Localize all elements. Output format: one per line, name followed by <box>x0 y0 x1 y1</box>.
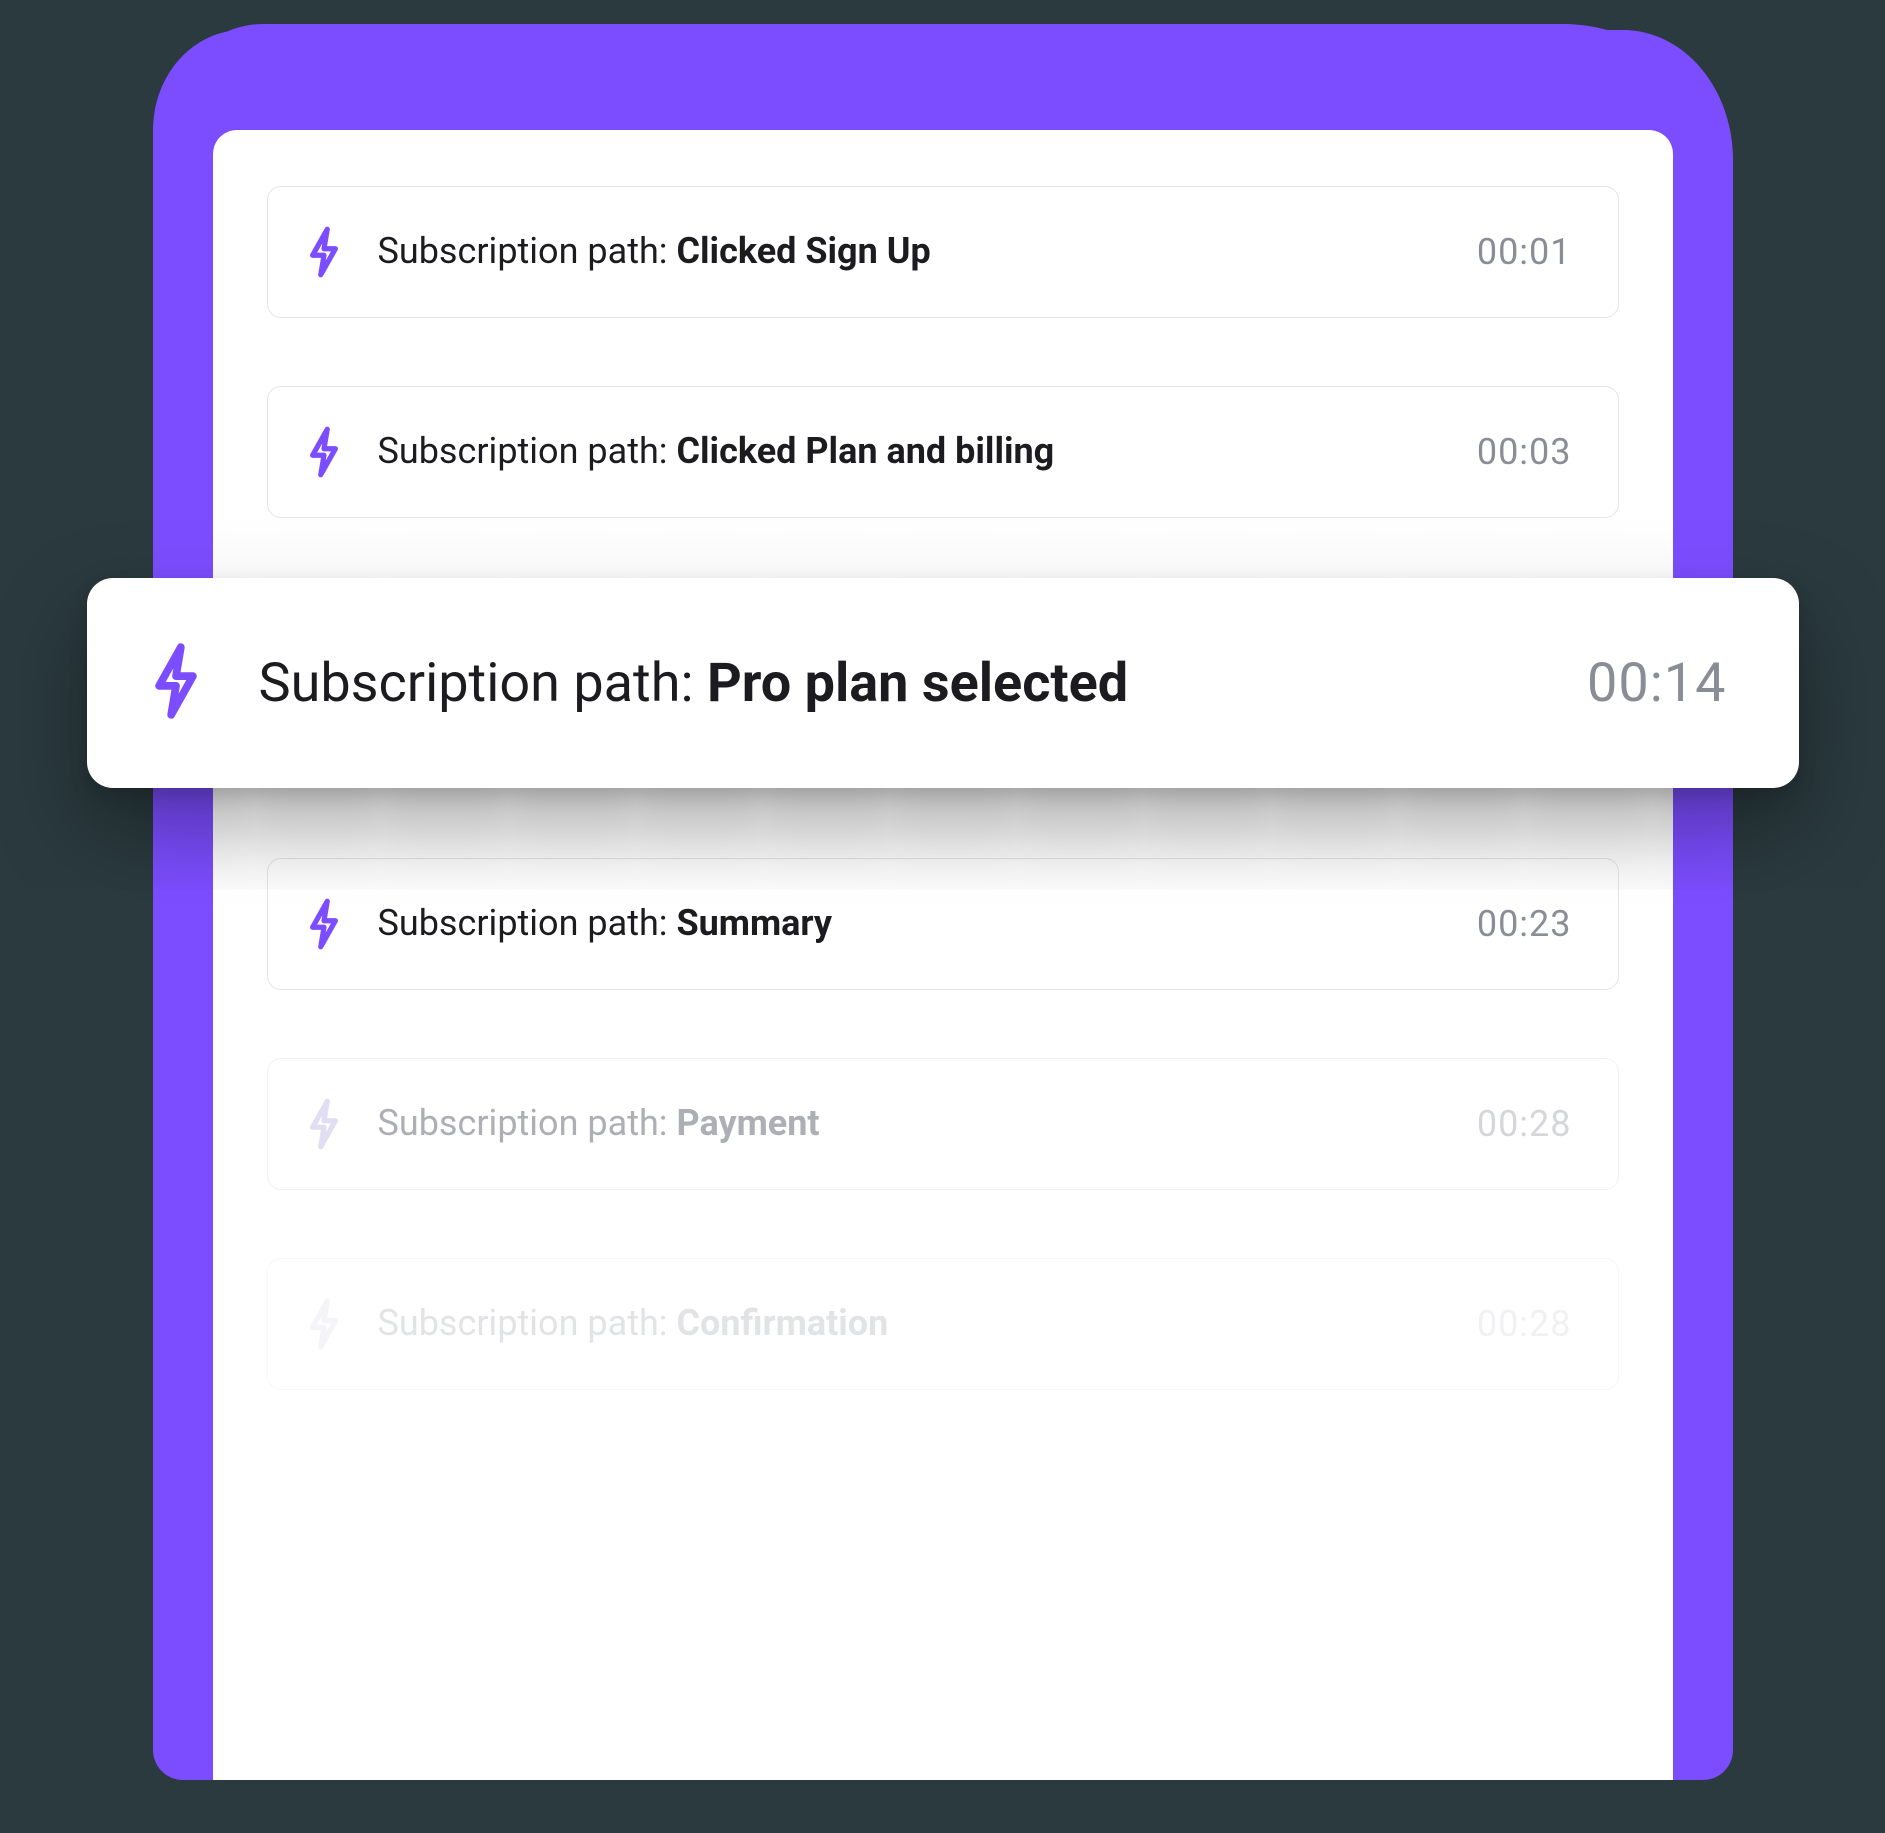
event-timestamp: 00:14 <box>1587 652 1726 715</box>
event-list: Subscription path: Clicked Sign Up 00:01… <box>267 186 1619 1390</box>
event-row-highlighted-slot: Subscription path: Pro plan selected 00:… <box>267 586 1619 790</box>
event-timestamp: 00:28 <box>1477 1303 1572 1345</box>
event-label: Subscription path: Payment <box>378 1102 1443 1145</box>
event-row[interactable]: Subscription path: Confirmation 00:28 <box>267 1258 1619 1390</box>
lightning-bolt-icon <box>304 1298 344 1350</box>
lightning-bolt-icon <box>304 426 344 478</box>
event-label: Subscription path: Pro plan selected <box>259 652 1534 715</box>
events-card: Subscription path: Clicked Sign Up 00:01… <box>213 130 1673 1780</box>
event-timestamp: 00:23 <box>1477 903 1572 945</box>
event-label: Subscription path: Confirmation <box>378 1302 1443 1345</box>
event-timestamp: 00:03 <box>1477 431 1572 473</box>
event-timestamp: 00:28 <box>1477 1103 1572 1145</box>
event-label: Subscription path: Summary <box>378 902 1443 945</box>
event-row[interactable]: Subscription path: Clicked Plan and bill… <box>267 386 1619 518</box>
event-row[interactable]: Subscription path: Clicked Sign Up 00:01 <box>267 186 1619 318</box>
event-row[interactable]: Subscription path: Payment 00:28 <box>267 1058 1619 1190</box>
lightning-bolt-icon <box>147 642 205 724</box>
event-label: Subscription path: Clicked Plan and bill… <box>378 430 1443 473</box>
lightning-bolt-icon <box>304 898 344 950</box>
event-row-highlighted[interactable]: Subscription path: Pro plan selected 00:… <box>87 578 1799 788</box>
event-row[interactable]: Subscription path: Summary 00:23 <box>267 858 1619 990</box>
lightning-bolt-icon <box>304 226 344 278</box>
event-label: Subscription path: Clicked Sign Up <box>378 230 1443 273</box>
lightning-bolt-icon <box>304 1098 344 1150</box>
decorative-purple-backdrop: Subscription path: Clicked Sign Up 00:01… <box>153 30 1733 1780</box>
event-timestamp: 00:01 <box>1477 231 1572 273</box>
